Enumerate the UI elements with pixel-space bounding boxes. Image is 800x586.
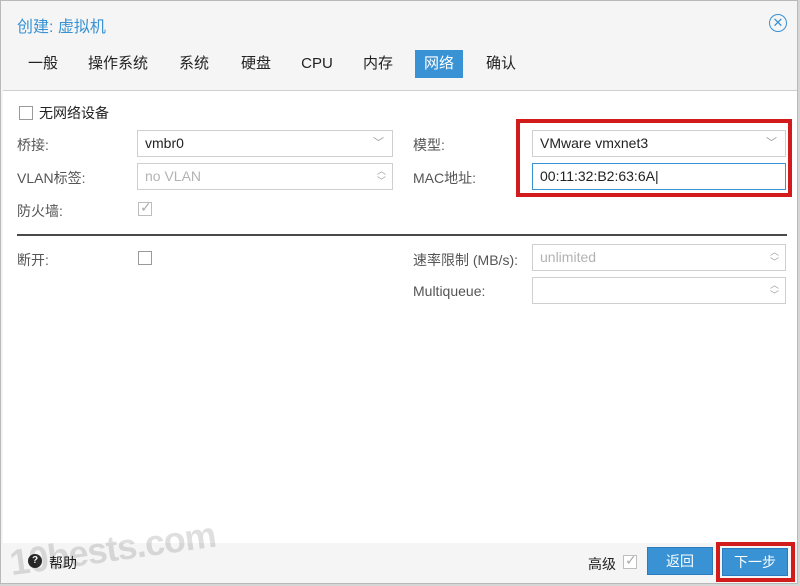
- spinner-arrows-icon[interactable]: ︿ ﹀: [770, 247, 779, 267]
- tab-cpu[interactable]: CPU: [295, 50, 339, 78]
- network-panel: 无网络设备 桥接: vmbr0 ﹀ VLAN标签: no VLAN ︿ ﹀ 防火墙…: [3, 90, 797, 543]
- rate-limit-placeholder: unlimited: [540, 249, 597, 265]
- dialog-footer: ? 帮助 高级 ✓ 返回 下一步: [1, 542, 797, 585]
- no-network-device-label: 无网络设备: [39, 105, 109, 121]
- tab-system[interactable]: 系统: [171, 50, 217, 78]
- no-network-device-checkbox[interactable]: [19, 106, 33, 120]
- model-label: 模型:: [413, 137, 445, 153]
- chevron-down-icon: ﹀: [373, 137, 384, 149]
- tab-harddisk[interactable]: 硬盘: [233, 50, 279, 78]
- rate-limit-input[interactable]: unlimited ︿ ﹀: [532, 244, 786, 271]
- disconnect-checkbox[interactable]: [138, 251, 152, 265]
- disconnect-label: 断开:: [17, 252, 49, 268]
- title-bar: 创建: 虚拟机 ✕: [1, 1, 797, 43]
- help-icon[interactable]: ?: [28, 554, 42, 568]
- vlan-tag-input[interactable]: no VLAN ︿ ﹀: [137, 163, 393, 190]
- model-mac-highlight-box: [516, 119, 792, 197]
- mac-address-label: MAC地址:: [413, 170, 476, 186]
- firewall-label: 防火墙:: [17, 203, 63, 219]
- tab-memory[interactable]: 内存: [355, 50, 401, 78]
- multiqueue-label: Multiqueue:: [413, 283, 486, 299]
- vlan-tag-placeholder: no VLAN: [145, 168, 202, 184]
- tab-confirm[interactable]: 确认: [479, 50, 523, 78]
- dialog-title: 创建: 虚拟机: [17, 19, 106, 36]
- vlan-tag-label: VLAN标签:: [17, 170, 86, 186]
- bridge-value: vmbr0: [145, 135, 184, 151]
- checkmark-icon: ✓: [625, 552, 637, 568]
- help-button[interactable]: 帮助: [49, 553, 77, 573]
- bridge-select[interactable]: vmbr0 ﹀: [137, 130, 393, 157]
- bridge-label: 桥接:: [17, 137, 49, 153]
- multiqueue-input[interactable]: ︿ ﹀: [532, 277, 786, 304]
- spinner-arrows-icon[interactable]: ︿ ﹀: [377, 166, 386, 186]
- tab-network[interactable]: 网络: [415, 50, 463, 78]
- advanced-label: 高级: [588, 556, 616, 572]
- rate-limit-label: 速率限制 (MB/s):: [413, 252, 518, 268]
- create-vm-dialog: 创建: 虚拟机 ✕ 一般 操作系统 系统 硬盘 CPU 内存 网络 确认 无网络…: [0, 0, 798, 584]
- advanced-checkbox[interactable]: ✓: [623, 552, 637, 569]
- close-icon[interactable]: ✕: [769, 14, 787, 32]
- back-button[interactable]: 返回: [647, 547, 713, 575]
- tab-os[interactable]: 操作系统: [81, 50, 155, 78]
- next-button-highlight-box: [716, 542, 795, 582]
- checkmark-icon: ✓: [140, 199, 152, 215]
- tab-general[interactable]: 一般: [15, 50, 71, 78]
- spinner-arrows-icon[interactable]: ︿ ﹀: [770, 280, 779, 300]
- section-divider: [17, 234, 787, 236]
- firewall-checkbox[interactable]: ✓: [138, 199, 152, 216]
